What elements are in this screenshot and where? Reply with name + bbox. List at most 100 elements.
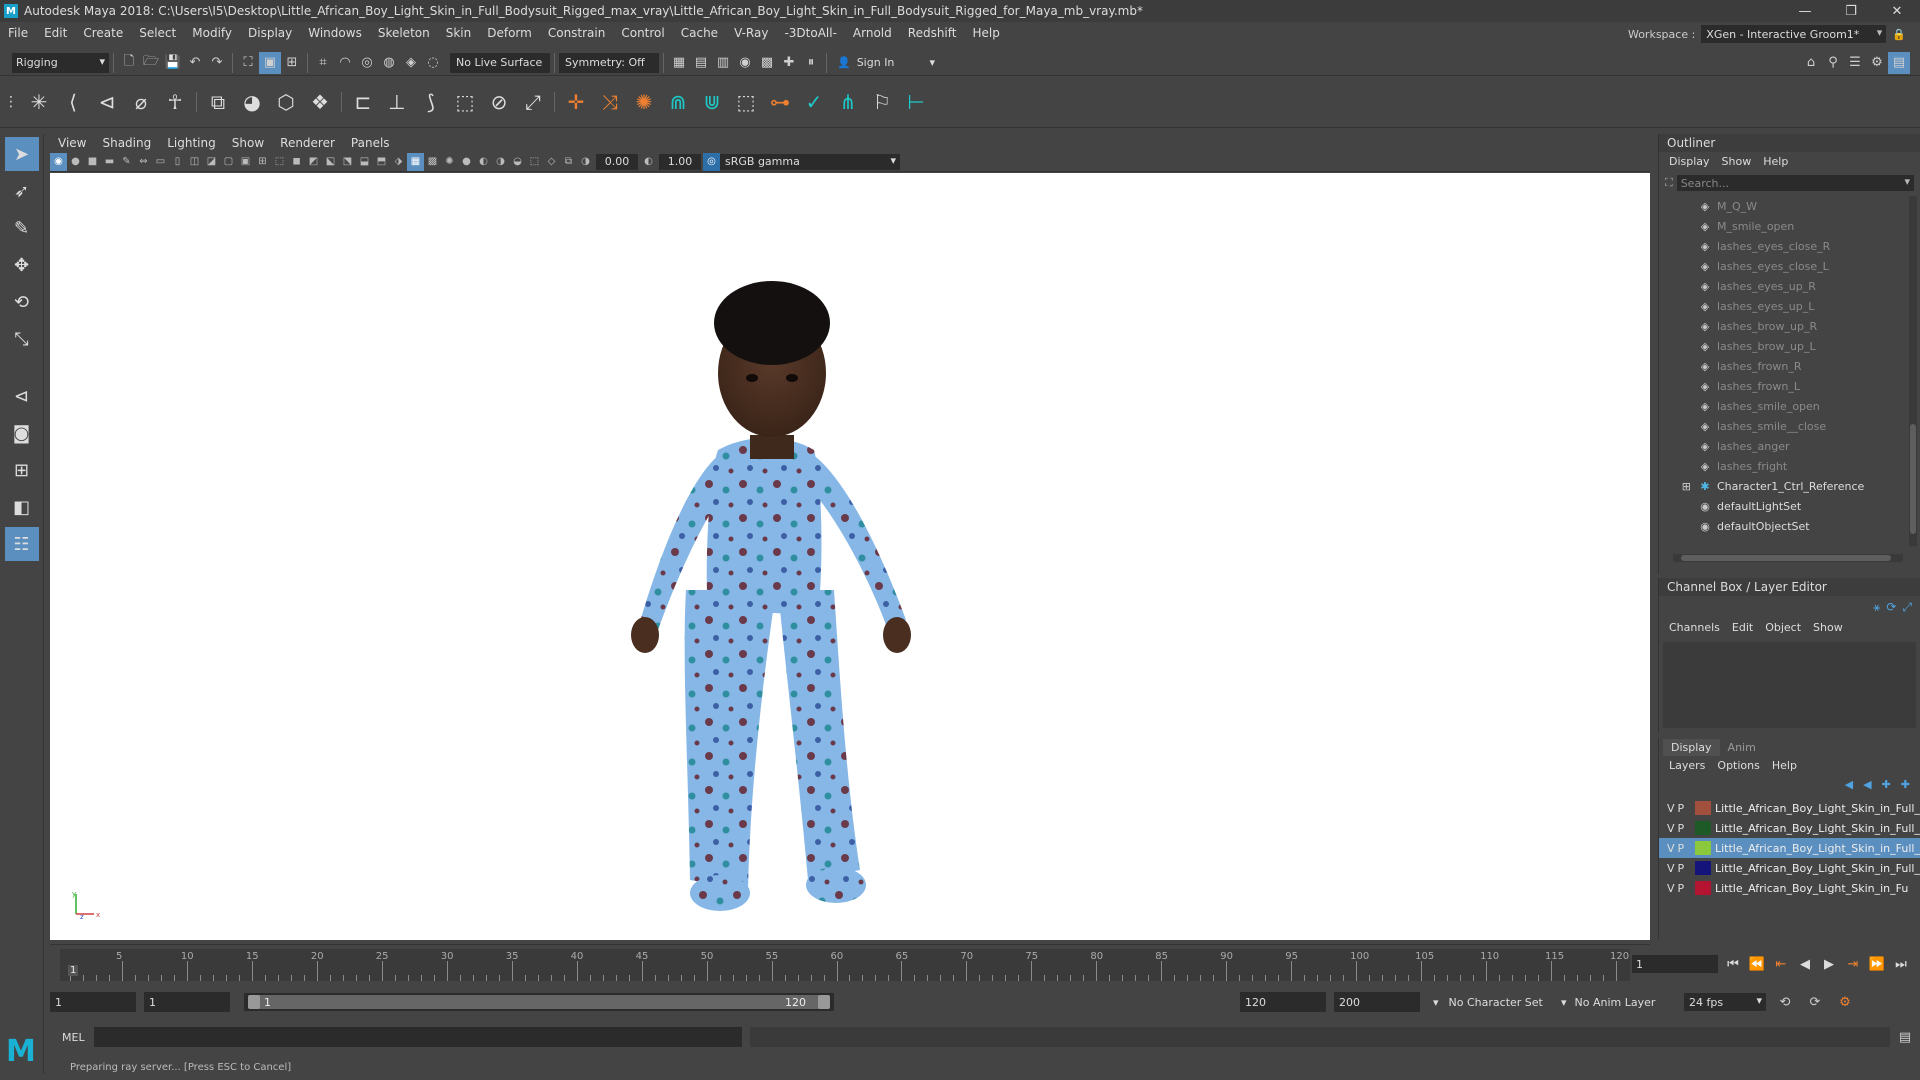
outliner-item[interactable]: ◈ M_smile_open — [1659, 216, 1909, 236]
loop-icon[interactable]: ⟲ — [1774, 991, 1796, 1013]
range-start-handle[interactable] — [248, 995, 260, 1009]
outliner-item[interactable]: ◈ lashes_smile__close — [1659, 416, 1909, 436]
layer-visible-flag[interactable]: V — [1667, 862, 1678, 875]
layer-visibility-toggle[interactable]: VP — [1659, 842, 1695, 855]
vray-render-icon[interactable]: ✚ — [778, 52, 800, 74]
viewport-menu-shading[interactable]: Shading — [94, 136, 159, 150]
ik-spline-icon[interactable]: ⊲ — [90, 85, 124, 119]
go-to-end-icon[interactable]: ⏭ — [1892, 957, 1910, 972]
attribute-editor-icon[interactable]: ☰ — [1844, 52, 1866, 74]
outliner-item[interactable]: ◈ lashes_fright — [1659, 456, 1909, 476]
wrap-deformer-icon[interactable]: ❖ — [303, 85, 337, 119]
hud-icon[interactable]: ⧉ — [560, 153, 577, 171]
channel-sync-icon[interactable]: ⟳ — [1886, 600, 1896, 614]
outliner-vertical-scrollbar[interactable] — [1909, 196, 1917, 546]
orient-constraint-icon[interactable]: ✺ — [627, 85, 661, 119]
pole-vector-icon[interactable]: ⊶ — [763, 85, 797, 119]
menu-windows[interactable]: Windows — [300, 26, 370, 40]
last-tool-icon[interactable]: ⊲ — [5, 379, 39, 413]
gamma-field[interactable]: 1.00 — [659, 153, 701, 170]
restore-icon[interactable]: ❐ — [1828, 0, 1874, 22]
scale-tool-icon[interactable]: ⤡ — [5, 322, 39, 356]
render-view-icon[interactable]: ▦ — [668, 52, 690, 74]
menu-control[interactable]: Control — [613, 26, 672, 40]
symmetry-dropdown[interactable]: Symmetry: Off — [559, 52, 659, 73]
viewport-menu-view[interactable]: View — [50, 136, 94, 150]
layer-visibility-toggle[interactable]: VP — [1659, 822, 1695, 835]
paint-select-icon[interactable]: ✎ — [5, 211, 39, 245]
workspace-dropdown[interactable]: XGen - Interactive Groom1* — [1701, 25, 1887, 43]
layer-playback-flag[interactable]: P — [1678, 802, 1688, 815]
menu-3dtoall[interactable]: -3DtoAll- — [776, 26, 844, 40]
scroll-thumb[interactable] — [1910, 424, 1916, 534]
sculpt-deformer-icon[interactable]: ⤢ — [516, 85, 550, 119]
layer-playback-flag[interactable]: P — [1678, 822, 1688, 835]
menu-v-ray[interactable]: V-Ray — [726, 26, 776, 40]
step-forward-frame-icon[interactable]: ⇥ — [1844, 957, 1862, 972]
tangent-constraint-icon[interactable]: ⚐ — [865, 85, 899, 119]
outliner-item[interactable]: ⊞ ✱ Character1_Ctrl_Reference — [1659, 476, 1909, 496]
render-settings-icon[interactable]: ◉ — [734, 52, 756, 74]
snap-point-icon[interactable]: ◎ — [356, 52, 378, 74]
layer-playback-flag[interactable]: P — [1678, 862, 1688, 875]
layer-visibility-toggle[interactable]: VP — [1659, 882, 1695, 895]
viewport-menu-panels[interactable]: Panels — [343, 136, 398, 150]
command-input[interactable] — [94, 1027, 742, 1047]
multisample-icon[interactable]: ◑ — [492, 153, 509, 171]
menu-edit[interactable]: Edit — [36, 26, 75, 40]
select-component-icon[interactable]: ⊞ — [281, 52, 303, 74]
menu-file[interactable]: File — [0, 26, 36, 40]
image-plane-icon[interactable]: ▬ — [101, 153, 118, 171]
2d-pan-icon[interactable]: ⇔ — [135, 153, 152, 171]
layer-visibility-toggle[interactable]: VP — [1659, 862, 1695, 875]
hypershade-icon[interactable]: ▩ — [756, 52, 778, 74]
scale-constraint-icon[interactable]: ⋓ — [695, 85, 729, 119]
light-bulb-icon[interactable]: ✺ — [441, 153, 458, 171]
outliner-item[interactable]: ◈ M_Q_W — [1659, 196, 1909, 216]
channel-menu-channels[interactable]: Channels — [1663, 621, 1726, 634]
layer-row[interactable]: VP Little_African_Boy_Light_Skin_in_Full_ — [1659, 798, 1920, 818]
normal-constraint-icon[interactable]: ⋔ — [831, 85, 865, 119]
outliner-item[interactable]: ◈ lashes_smile_open — [1659, 396, 1909, 416]
open-scene-icon[interactable]: 🗁 — [140, 52, 162, 74]
outliner-item[interactable]: ◉ defaultObjectSet — [1659, 516, 1909, 536]
render-current-icon[interactable]: ▤ — [690, 52, 712, 74]
grid-icon[interactable]: ⊞ — [254, 153, 271, 171]
range-end-handle[interactable] — [818, 995, 830, 1009]
film-gate-icon[interactable]: ▭ — [152, 153, 169, 171]
smooth-shade-icon[interactable]: ◼ — [288, 153, 305, 171]
bookmark-icon[interactable]: ■ — [84, 153, 101, 171]
channel-menu-show[interactable]: Show — [1807, 621, 1849, 634]
outliner-search-input[interactable]: Search... — [1676, 175, 1914, 191]
depth-of-field-icon[interactable]: ◒ — [509, 153, 526, 171]
persp-outliner-icon[interactable]: ◧ — [5, 490, 39, 524]
outliner-menu-show[interactable]: Show — [1716, 155, 1758, 168]
layer-playback-flag[interactable]: P — [1678, 882, 1688, 895]
outliner-item[interactable]: ◈ lashes_eyes_up_R — [1659, 276, 1909, 296]
move-layer-up-icon[interactable]: ◀ — [1845, 778, 1853, 791]
lattice-icon[interactable]: ⬡ — [269, 85, 303, 119]
layer-color-swatch[interactable] — [1695, 801, 1711, 815]
aim-constraint-icon[interactable]: ⤨ — [593, 85, 627, 119]
viewport-3d[interactable]: y z x — [50, 173, 1650, 940]
channel-box-icon[interactable]: ▤ — [1888, 51, 1910, 74]
layer-row[interactable]: VP Little_African_Boy_Light_Skin_in_Full_ — [1659, 838, 1920, 858]
viewport-menu-show[interactable]: Show — [224, 136, 272, 150]
channel-menu-edit[interactable]: Edit — [1726, 621, 1759, 634]
time-slider[interactable]: 5 10 15 20 25 30 35 40 45 50 55 60 65 70 75 80 85 90 95 100… — [50, 944, 1650, 982]
script-language-toggle[interactable]: MEL — [50, 1031, 94, 1044]
outliner-item[interactable]: ◉ defaultLightSet — [1659, 496, 1909, 516]
character-controls-icon[interactable]: ⚲ — [1822, 52, 1844, 74]
lock-icon[interactable]: 🔒 — [1892, 28, 1906, 41]
isolate-select-icon[interactable]: ⬚ — [526, 153, 543, 171]
modeling-toolkit-icon[interactable]: ⌂ — [1800, 52, 1822, 74]
go-to-start-icon[interactable]: ⏮ — [1724, 957, 1742, 972]
menu-skeleton[interactable]: Skeleton — [370, 26, 438, 40]
single-perspective-icon[interactable]: ◙ — [5, 416, 39, 450]
step-back-frame-icon[interactable]: ⇤ — [1772, 957, 1790, 972]
menu-constrain[interactable]: Constrain — [540, 26, 614, 40]
rotate-tool-icon[interactable]: ⟲ — [5, 285, 39, 319]
field-chart-icon[interactable]: ◪ — [203, 153, 220, 171]
menu-create[interactable]: Create — [75, 26, 131, 40]
parent-constraint-icon[interactable]: ⋒ — [661, 85, 695, 119]
